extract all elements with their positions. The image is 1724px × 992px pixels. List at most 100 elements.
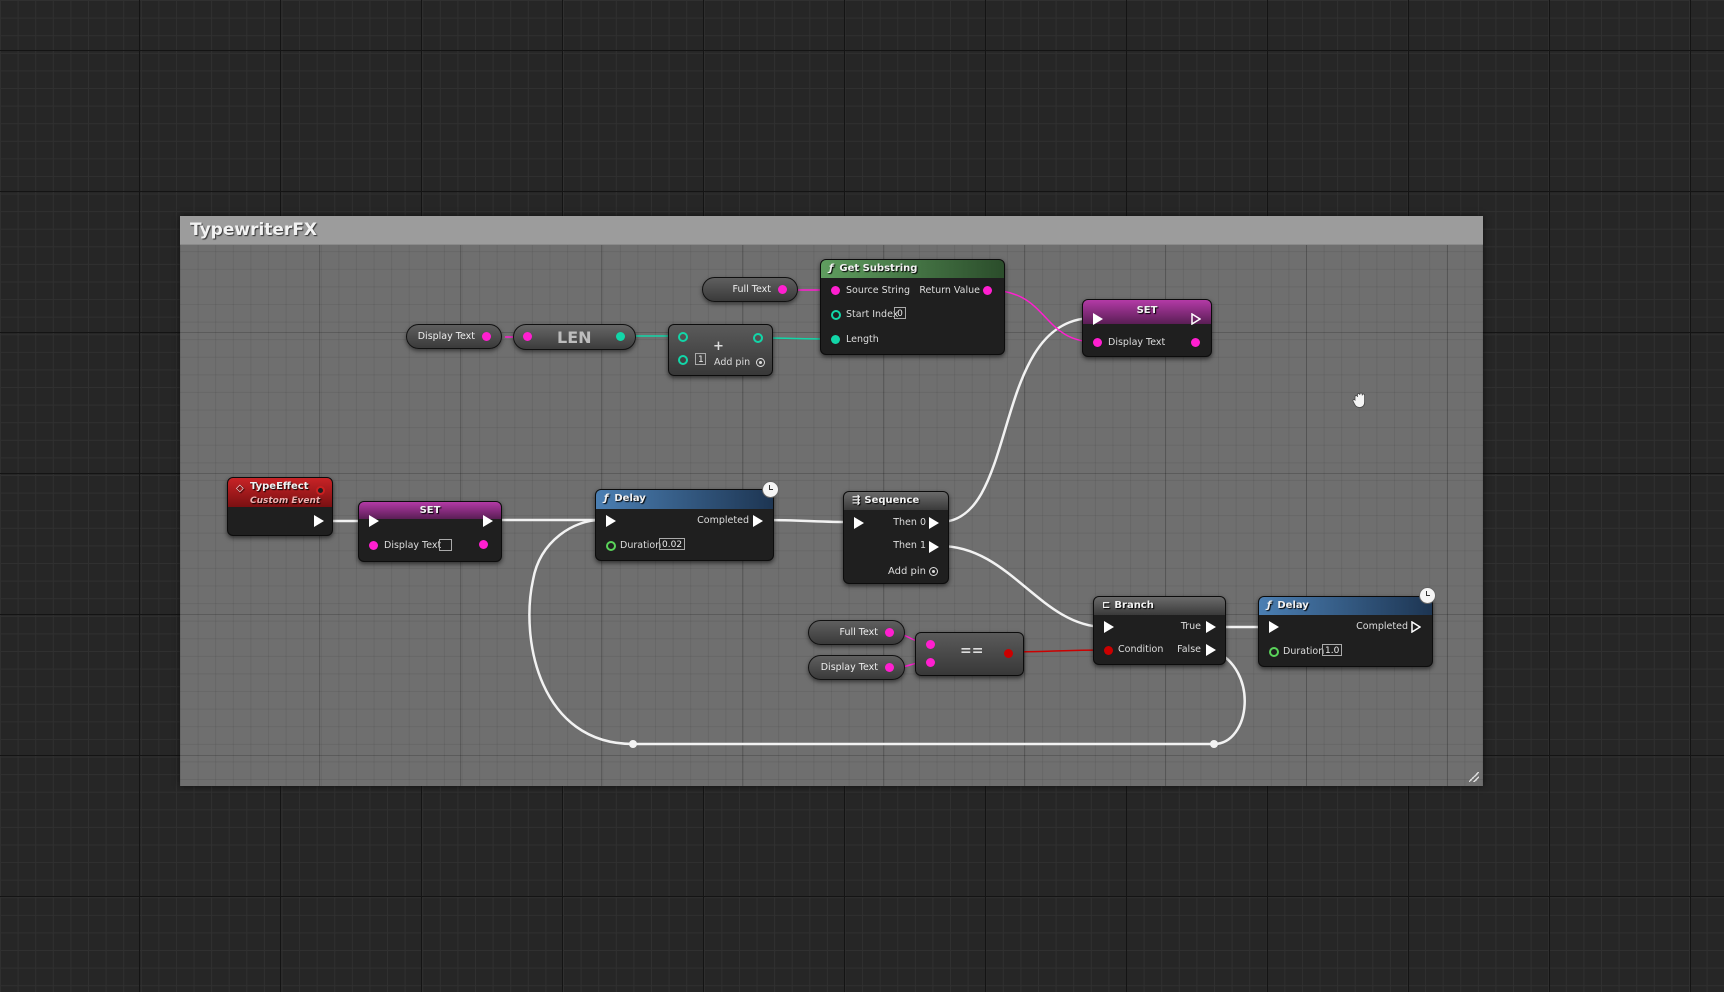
function-icon: ƒ xyxy=(604,493,609,504)
condition-pin[interactable] xyxy=(1104,646,1113,655)
pin-label: False xyxy=(1177,644,1201,655)
length-pin[interactable] xyxy=(831,335,840,344)
var-out-pin[interactable] xyxy=(885,663,894,672)
pin-label: Duration xyxy=(1283,646,1325,657)
source-string-pin[interactable] xyxy=(831,286,840,295)
pin-label: Completed xyxy=(697,515,749,526)
var-full-text-bottom[interactable]: Full Text xyxy=(808,620,905,645)
exec-in-pin[interactable] xyxy=(1104,621,1114,633)
start-index-pin[interactable] xyxy=(831,310,841,320)
node-header: ƒ Get Substring xyxy=(821,260,1004,278)
len-in-pin[interactable] xyxy=(523,332,532,341)
pin-label: Then 1 xyxy=(893,540,926,551)
comment-title: TypewriterFX xyxy=(190,220,318,240)
add-out-pin[interactable] xyxy=(753,333,763,343)
latent-clock-icon xyxy=(762,481,779,498)
node-title: Sequence xyxy=(864,495,920,506)
pin-label: Return Value xyxy=(919,285,980,296)
node-set-display-text-reset[interactable]: SET Display Text xyxy=(358,501,502,562)
display-text-in-pin[interactable] xyxy=(1093,338,1102,347)
var-full-text-top[interactable]: Full Text xyxy=(702,277,798,302)
display-text-in-pin[interactable] xyxy=(369,541,378,550)
node-len[interactable]: LEN xyxy=(513,324,636,350)
equal-symbol: == xyxy=(960,643,984,659)
duration-input[interactable]: 1.0 xyxy=(1322,644,1342,656)
add-in-b-pin[interactable] xyxy=(678,355,688,365)
node-title: Delay xyxy=(614,493,646,504)
resize-handle-icon[interactable] xyxy=(1469,772,1479,782)
var-display-text-top[interactable]: Display Text xyxy=(406,324,502,349)
duration-pin[interactable] xyxy=(1269,647,1279,657)
var-display-text-bottom[interactable]: Display Text xyxy=(808,655,905,680)
node-set-display-text[interactable]: SET Display Text xyxy=(1082,299,1212,357)
start-index-input[interactable]: 0 xyxy=(894,307,906,319)
exec-then0-pin[interactable] xyxy=(929,517,939,529)
exec-in-pin[interactable] xyxy=(606,515,616,527)
exec-false-pin[interactable] xyxy=(1206,644,1216,656)
pin-label: Then 0 xyxy=(893,517,926,528)
exec-in-pin[interactable] xyxy=(854,517,864,529)
display-text-out-pin[interactable] xyxy=(479,540,488,549)
add-value-input[interactable]: 1 xyxy=(695,353,706,365)
add-pin-label[interactable]: Add pin xyxy=(714,357,750,369)
pin-label: Start Index xyxy=(846,309,899,320)
pin-label: Condition xyxy=(1118,644,1164,655)
var-label: Full Text xyxy=(839,627,878,638)
function-icon: ƒ xyxy=(829,263,834,274)
add-pin-icon[interactable] xyxy=(756,358,765,367)
exec-out-pin[interactable] xyxy=(1191,313,1201,325)
display-text-out-pin[interactable] xyxy=(1191,338,1200,347)
latent-clock-icon xyxy=(1419,587,1436,604)
pin-label: Length xyxy=(846,334,879,345)
display-text-input[interactable] xyxy=(439,539,452,551)
function-icon: ƒ xyxy=(1267,600,1272,611)
node-get-substring[interactable]: ƒ Get Substring Source String Return Valu… xyxy=(820,259,1005,355)
comment-header[interactable]: TypewriterFX xyxy=(180,216,1483,245)
add-in-a-pin[interactable] xyxy=(678,332,688,342)
var-out-pin[interactable] xyxy=(778,285,787,294)
equal-out-pin[interactable] xyxy=(1004,649,1013,658)
node-custom-event-typeeffect[interactable]: ◇ TypeEffect Custom Event xyxy=(227,477,333,536)
exec-true-pin[interactable] xyxy=(1206,621,1216,633)
node-sequence[interactable]: ⇶ Sequence Then 0 Then 1 Add pin xyxy=(843,491,949,584)
exec-then1-pin[interactable] xyxy=(929,541,939,553)
pin-label: True xyxy=(1180,621,1201,632)
exec-in-pin[interactable] xyxy=(369,515,379,527)
add-pin-icon[interactable] xyxy=(929,567,938,576)
pin-label: Duration xyxy=(620,540,662,551)
node-delay-long[interactable]: ƒ Delay Completed Duration 1.0 xyxy=(1258,596,1433,667)
add-symbol: + xyxy=(713,339,724,354)
node-title: Get Substring xyxy=(839,263,918,274)
pin-label: Display Text xyxy=(1108,337,1166,348)
node-branch[interactable]: ⊏ Branch True Condition False xyxy=(1093,596,1226,665)
node-equal[interactable]: == xyxy=(915,632,1024,676)
exec-completed-pin[interactable] xyxy=(1411,621,1421,633)
equal-in-b-pin[interactable] xyxy=(926,658,935,667)
pin-label: Display Text xyxy=(384,540,442,551)
duration-input[interactable]: 0.02 xyxy=(659,538,685,550)
node-header: ◇ TypeEffect Custom Event xyxy=(228,478,332,507)
exec-completed-pin[interactable] xyxy=(753,515,763,527)
node-title: Branch xyxy=(1114,600,1154,611)
var-label: Display Text xyxy=(820,662,878,673)
var-out-pin[interactable] xyxy=(885,628,894,637)
pin-label: Source String xyxy=(846,285,910,296)
exec-in-pin[interactable] xyxy=(1093,313,1103,325)
len-out-pin[interactable] xyxy=(616,332,625,341)
hand-cursor-icon xyxy=(1352,392,1365,408)
equal-in-a-pin[interactable] xyxy=(926,640,935,649)
var-label: Full Text xyxy=(732,284,771,295)
node-header: ƒ Delay xyxy=(1259,597,1432,615)
node-add[interactable]: + 1 Add pin xyxy=(668,324,773,376)
branch-icon: ⊏ xyxy=(1102,600,1111,611)
var-out-pin[interactable] xyxy=(482,332,491,341)
add-pin-label[interactable]: Add pin xyxy=(888,566,926,578)
exec-in-pin[interactable] xyxy=(1269,621,1279,633)
exec-out-pin[interactable] xyxy=(314,515,324,527)
var-label: Display Text xyxy=(417,331,475,342)
exec-out-pin[interactable] xyxy=(483,515,493,527)
duration-pin[interactable] xyxy=(606,541,616,551)
event-diamond-icon: ◇ xyxy=(236,483,244,494)
return-value-pin[interactable] xyxy=(983,286,992,295)
node-delay-short[interactable]: ƒ Delay Completed Duration 0.02 xyxy=(595,489,774,561)
